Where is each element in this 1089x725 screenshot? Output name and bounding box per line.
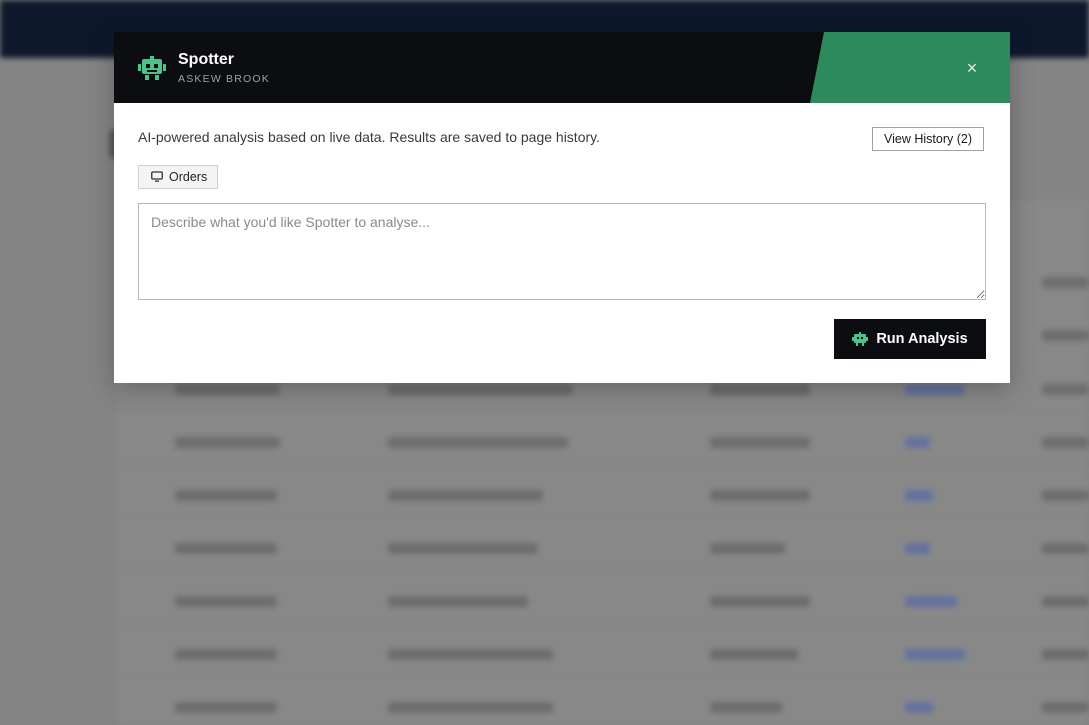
- analysis-prompt-input[interactable]: [138, 203, 986, 300]
- modal-title: Spotter: [178, 51, 234, 68]
- run-analysis-button[interactable]: Run Analysis: [834, 319, 986, 359]
- modal-header: Spotter ASKEW BROOK ×: [114, 32, 1010, 103]
- context-chip-label: Orders: [169, 170, 208, 184]
- close-icon[interactable]: ×: [960, 56, 984, 80]
- view-history-button[interactable]: View History (2): [872, 127, 984, 151]
- run-analysis-label: Run Analysis: [876, 331, 968, 347]
- robot-icon: [138, 56, 166, 80]
- modal-description: AI-powered analysis based on live data. …: [138, 129, 600, 145]
- modal-subtitle: ASKEW BROOK: [178, 73, 270, 85]
- monitor-icon: [151, 171, 163, 182]
- spotter-modal: Spotter ASKEW BROOK × AI-powered analysi…: [114, 32, 1010, 383]
- context-chip-orders[interactable]: Orders: [138, 165, 219, 189]
- robot-icon: [852, 332, 869, 346]
